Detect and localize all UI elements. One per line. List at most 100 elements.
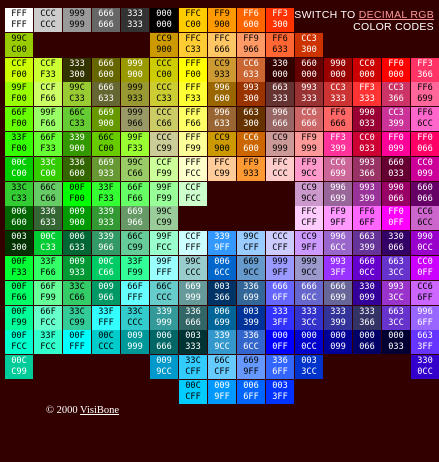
color-swatch[interactable]: 33C CCC	[121, 305, 149, 330]
color-swatch[interactable]: 00F F66	[5, 280, 33, 305]
color-swatch[interactable]: 339 900	[63, 132, 91, 156]
color-swatch[interactable]: 66F FFF	[121, 280, 149, 305]
color-swatch[interactable]: 333 3CC	[295, 305, 323, 330]
color-swatch[interactable]: CC6 699	[324, 156, 352, 181]
color-swatch[interactable]: 66F F99	[34, 280, 62, 305]
color-swatch[interactable]: 663 399	[353, 231, 381, 256]
color-swatch[interactable]: 99F F66	[34, 107, 62, 132]
color-swatch[interactable]: 996 6CC	[324, 231, 352, 256]
color-swatch[interactable]: FFF F00	[179, 57, 207, 82]
color-swatch[interactable]: CC9 999	[266, 132, 294, 156]
color-swatch[interactable]: FFF FFF	[5, 8, 33, 32]
color-swatch[interactable]: 33F F66	[34, 256, 62, 280]
color-swatch[interactable]: CC6 600	[237, 132, 265, 156]
color-swatch[interactable]: FF0 099	[382, 132, 410, 156]
color-swatch[interactable]: 00F F00	[63, 181, 91, 206]
color-swatch[interactable]: 33F F99	[121, 256, 149, 280]
color-swatch[interactable]: 99F F33	[121, 132, 149, 156]
color-swatch[interactable]: 00F FFF	[63, 330, 91, 355]
color-swatch[interactable]: CC9 9FF	[295, 231, 323, 256]
color-swatch[interactable]: 669 966	[121, 206, 149, 231]
color-swatch[interactable]: CCC C33	[150, 82, 178, 107]
color-swatch[interactable]: 006 6FF	[237, 380, 265, 404]
color-swatch[interactable]: 99C C99	[150, 206, 178, 231]
color-swatch[interactable]: 99C C00	[5, 32, 33, 57]
color-swatch[interactable]: FFF F66	[179, 107, 207, 132]
color-swatch[interactable]: 333 399	[324, 305, 352, 330]
color-swatch[interactable]: CC9 933	[208, 57, 236, 82]
color-swatch[interactable]: CC0 099	[411, 156, 439, 181]
color-swatch[interactable]: 33C C99	[63, 305, 91, 330]
color-swatch[interactable]: 660 033	[382, 156, 410, 181]
color-swatch[interactable]: 663 333	[266, 82, 294, 107]
color-swatch[interactable]: 669 999	[179, 280, 207, 305]
color-swatch[interactable]: CCC C66	[150, 107, 178, 132]
color-swatch[interactable]: 009 9CC	[150, 355, 178, 380]
color-swatch[interactable]: FF9 9CC	[295, 156, 323, 181]
color-swatch[interactable]: 99F FFF	[150, 256, 178, 280]
color-swatch[interactable]: 660 0CC	[353, 256, 381, 280]
color-swatch[interactable]: 999 966	[121, 107, 149, 132]
color-swatch[interactable]: 999 999	[63, 8, 91, 32]
color-swatch[interactable]: 993 3CC	[382, 280, 410, 305]
color-swatch[interactable]: 669 9FF	[237, 355, 265, 380]
color-swatch[interactable]: 33C C00	[34, 156, 62, 181]
color-swatch[interactable]: 996 600	[208, 82, 236, 107]
color-swatch[interactable]: 66C C33	[63, 107, 91, 132]
color-swatch[interactable]: 00F F33	[5, 256, 33, 280]
color-swatch[interactable]: CC3 300	[295, 32, 323, 57]
color-swatch[interactable]: 336 633	[34, 206, 62, 231]
color-swatch[interactable]: 666 600	[92, 57, 120, 82]
color-swatch[interactable]: CCF F00	[5, 57, 33, 82]
color-swatch[interactable]: 999 9FF	[266, 256, 294, 280]
color-swatch[interactable]: CCF F99	[150, 156, 178, 181]
color-swatch[interactable]: 66C CFF	[208, 355, 236, 380]
color-swatch[interactable]: 66F F33	[34, 132, 62, 156]
color-swatch[interactable]: CCC CCC	[34, 8, 62, 32]
color-swatch[interactable]: FF6 6CC	[411, 107, 439, 132]
color-swatch[interactable]: 33F F00	[5, 132, 33, 156]
color-swatch[interactable]: 00C C00	[5, 156, 33, 181]
color-swatch[interactable]: 993 366	[353, 156, 381, 181]
color-swatch[interactable]: 993 300	[237, 82, 265, 107]
color-swatch[interactable]: CC9 900	[208, 132, 236, 156]
color-swatch[interactable]: FF6 666	[324, 107, 352, 132]
color-swatch[interactable]: 99C CCC	[179, 256, 207, 280]
color-swatch[interactable]: 663 3CC	[382, 305, 410, 330]
color-swatch[interactable]: FFF F33	[179, 82, 207, 107]
color-swatch[interactable]: 006 699	[208, 305, 236, 330]
color-swatch[interactable]: 339 999	[150, 305, 178, 330]
color-swatch[interactable]: FFC C99	[208, 156, 236, 181]
color-swatch[interactable]: FF9 933	[237, 156, 265, 181]
color-swatch[interactable]: CC6 666	[295, 107, 323, 132]
color-swatch[interactable]: 333 3FF	[266, 305, 294, 330]
color-swatch[interactable]: 666 666	[92, 8, 120, 32]
color-swatch[interactable]: 99F FCC	[150, 231, 178, 256]
color-swatch[interactable]: 996 6FF	[411, 305, 439, 330]
color-swatch[interactable]: 66C C99	[121, 231, 149, 256]
color-swatch[interactable]: 990 066	[382, 181, 410, 206]
color-swatch[interactable]: 330 000	[266, 57, 294, 82]
color-swatch[interactable]: FFC C33	[179, 32, 207, 57]
color-swatch[interactable]: CC0 033	[353, 132, 381, 156]
color-swatch[interactable]: 009 900	[63, 206, 91, 231]
color-swatch[interactable]: 99C C66	[121, 156, 149, 181]
color-swatch[interactable]: 99C CFF	[237, 231, 265, 256]
color-swatch[interactable]: 000 0FF	[266, 330, 294, 355]
color-swatch[interactable]: 993 333	[295, 82, 323, 107]
color-swatch[interactable]: 33C C66	[63, 280, 91, 305]
color-swatch[interactable]: 660 000	[295, 57, 323, 82]
color-swatch[interactable]: 33F FCC	[34, 330, 62, 355]
color-swatch[interactable]: 000 033	[382, 330, 410, 355]
color-swatch[interactable]: CC9 900	[150, 32, 178, 57]
color-swatch[interactable]: 99F F00	[5, 82, 33, 107]
color-swatch[interactable]: 666 6CC	[295, 280, 323, 305]
color-swatch[interactable]: 333 300	[63, 57, 91, 82]
color-swatch[interactable]: 666 6FF	[266, 280, 294, 305]
color-swatch[interactable]: 00F FCC	[5, 330, 33, 355]
color-swatch[interactable]: 009 9FF	[208, 380, 236, 404]
color-swatch[interactable]: FF0 000	[382, 57, 410, 82]
color-swatch[interactable]: 006 633	[63, 231, 91, 256]
color-swatch[interactable]: FFC 666	[208, 32, 236, 57]
color-swatch[interactable]: CC0 000	[353, 57, 381, 82]
